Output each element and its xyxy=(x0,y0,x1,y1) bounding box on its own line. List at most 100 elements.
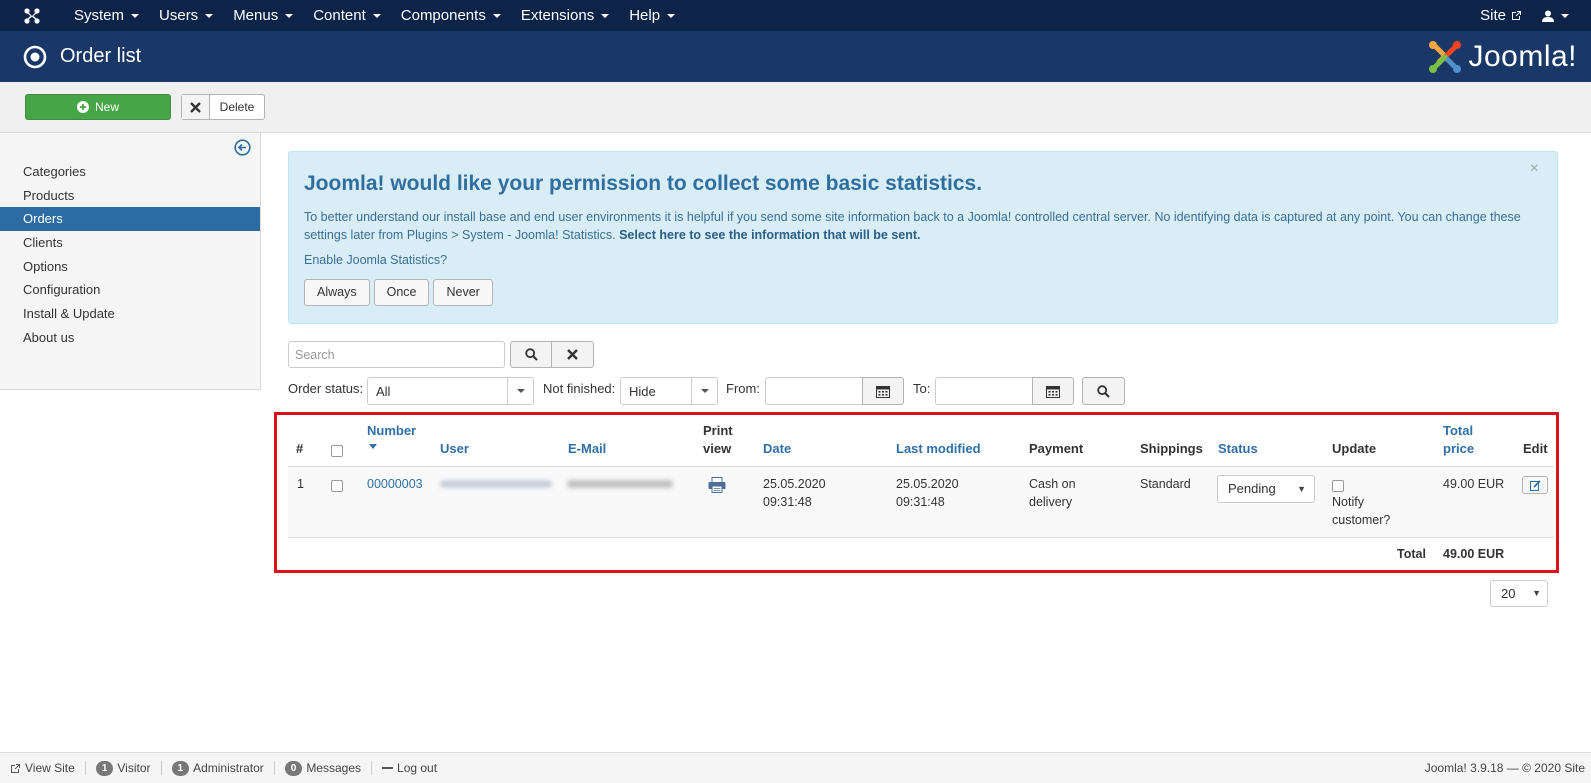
administrators-link[interactable]: 1 Administrator xyxy=(162,760,275,776)
delete-button-label: Delete xyxy=(219,100,255,114)
menu-label: System xyxy=(74,7,125,24)
admin-count-badge: 1 xyxy=(171,760,190,776)
admin-label: Administrator xyxy=(193,761,264,775)
never-button[interactable]: Never xyxy=(433,279,493,306)
chevron-down-icon: ▼ xyxy=(1532,588,1541,598)
caret-down-icon xyxy=(667,13,676,18)
target-icon xyxy=(23,45,47,68)
caret-down-icon xyxy=(492,13,501,18)
menu-users[interactable]: Users xyxy=(149,7,223,24)
menu-content[interactable]: Content xyxy=(303,7,391,24)
menu-label: Help xyxy=(629,7,661,24)
version-info: Joomla! 3.9.18 — © 2020 Site xyxy=(1424,761,1585,775)
from-label: From: xyxy=(726,381,760,396)
user-icon xyxy=(1542,10,1554,22)
from-calendar-button[interactable] xyxy=(862,377,904,405)
calendar-icon xyxy=(1046,385,1060,398)
menu-system[interactable]: System xyxy=(64,7,149,24)
caret-down-icon xyxy=(1561,13,1569,18)
joomla-brand-icon[interactable] xyxy=(0,0,64,31)
alert-title: Joomla! would like your permission to co… xyxy=(304,172,983,195)
page-title: Order list xyxy=(60,45,142,67)
search-button[interactable] xyxy=(510,341,552,368)
sidebar-item-categories[interactable]: Categories xyxy=(0,160,260,184)
joomla-logo: Joomla! xyxy=(1426,38,1577,76)
plus-circle-icon xyxy=(76,101,89,113)
to-calendar-button[interactable] xyxy=(1032,377,1074,405)
menu-menus[interactable]: Menus xyxy=(223,7,303,24)
order-status-label: Order status: xyxy=(288,381,364,396)
new-button-label: New xyxy=(94,100,119,114)
always-button[interactable]: Always xyxy=(304,279,370,306)
delete-button[interactable]: Delete xyxy=(181,94,265,120)
menu-label: Users xyxy=(159,7,199,24)
minus-icon xyxy=(382,767,394,769)
caret-down-icon xyxy=(285,13,294,18)
view-site-label: View Site xyxy=(25,761,75,775)
to-label: To: xyxy=(913,381,931,396)
once-button[interactable]: Once xyxy=(373,279,430,306)
calendar-icon xyxy=(876,385,890,398)
not-finished-select[interactable]: Hide xyxy=(620,377,718,405)
list-limit-value: 20 xyxy=(1501,586,1516,601)
close-icon xyxy=(182,95,210,119)
caret-down-icon xyxy=(372,13,381,18)
visitor-count-badge: 1 xyxy=(95,760,114,776)
toolbar: New Delete xyxy=(0,82,1591,133)
search-icon xyxy=(524,348,538,361)
filter-search-button[interactable] xyxy=(1082,377,1125,405)
from-date-input[interactable] xyxy=(765,377,863,405)
chevron-down-icon xyxy=(691,378,717,404)
alert-description: To better understand our install base an… xyxy=(304,208,1534,244)
visitor-label: Visitor xyxy=(117,761,151,775)
clear-search-button[interactable] xyxy=(551,341,594,368)
search-icon xyxy=(1097,384,1110,398)
sidebar-item-configuration[interactable]: Configuration xyxy=(0,278,260,302)
menu-extensions[interactable]: Extensions xyxy=(511,7,619,24)
menu-label: Menus xyxy=(233,7,279,24)
messages-count-badge: 0 xyxy=(284,760,303,776)
sidebar: Categories Products Orders Clients Optio… xyxy=(0,133,261,390)
status-bar: View Site 1 Visitor 1 Administrator 0 Me… xyxy=(0,752,1591,783)
page-header: Order list Joomla! xyxy=(0,31,1591,82)
top-navbar: System Users Menus Content Components Ex… xyxy=(0,0,1591,31)
external-link-icon xyxy=(1512,11,1521,20)
menu-label: Content xyxy=(313,7,366,24)
menu-components[interactable]: Components xyxy=(391,7,511,24)
joomla-logo-icon xyxy=(1429,40,1462,73)
menu-help[interactable]: Help xyxy=(619,7,685,24)
sidebar-item-options[interactable]: Options xyxy=(0,255,260,279)
sidebar-item-install-update[interactable]: Install & Update xyxy=(0,302,260,326)
logo-text: Joomla! xyxy=(1468,39,1577,73)
logout-label: Log out xyxy=(397,761,438,775)
messages-link[interactable]: 0 Messages xyxy=(275,760,373,776)
caret-down-icon xyxy=(205,13,214,18)
menu-label: Components xyxy=(400,7,486,24)
not-finished-label: Not finished: xyxy=(543,381,616,396)
visitors-link[interactable]: 1 Visitor xyxy=(86,760,162,776)
site-link[interactable]: Site xyxy=(1472,7,1530,24)
collapse-sidebar-icon[interactable] xyxy=(234,139,251,156)
to-date-input[interactable] xyxy=(935,377,1033,405)
site-label: Site xyxy=(1480,7,1506,24)
search-input[interactable] xyxy=(288,341,505,368)
sidebar-item-orders[interactable]: Orders xyxy=(0,207,260,232)
new-button[interactable]: New xyxy=(25,94,171,120)
sidebar-item-about-us[interactable]: About us xyxy=(0,326,260,350)
external-link-icon xyxy=(11,763,20,773)
alert-question: Enable Joomla Statistics? xyxy=(304,253,448,267)
sidebar-item-products[interactable]: Products xyxy=(0,184,260,208)
alert-info-link[interactable]: Select here to see the information that … xyxy=(619,228,920,242)
list-limit-select[interactable]: 20 ▼ xyxy=(1490,580,1548,607)
messages-label: Messages xyxy=(306,761,362,775)
user-menu[interactable] xyxy=(1534,10,1577,22)
view-site-link[interactable]: View Site xyxy=(0,761,86,775)
close-alert-button[interactable]: × xyxy=(1530,160,1539,178)
sidebar-item-clients[interactable]: Clients xyxy=(0,231,260,255)
chevron-down-icon xyxy=(507,378,533,404)
not-finished-value: Hide xyxy=(629,383,656,399)
caret-down-icon xyxy=(601,13,610,18)
logout-link[interactable]: Log out xyxy=(372,761,447,775)
order-status-value: All xyxy=(376,383,391,399)
order-status-select[interactable]: All xyxy=(367,377,534,405)
